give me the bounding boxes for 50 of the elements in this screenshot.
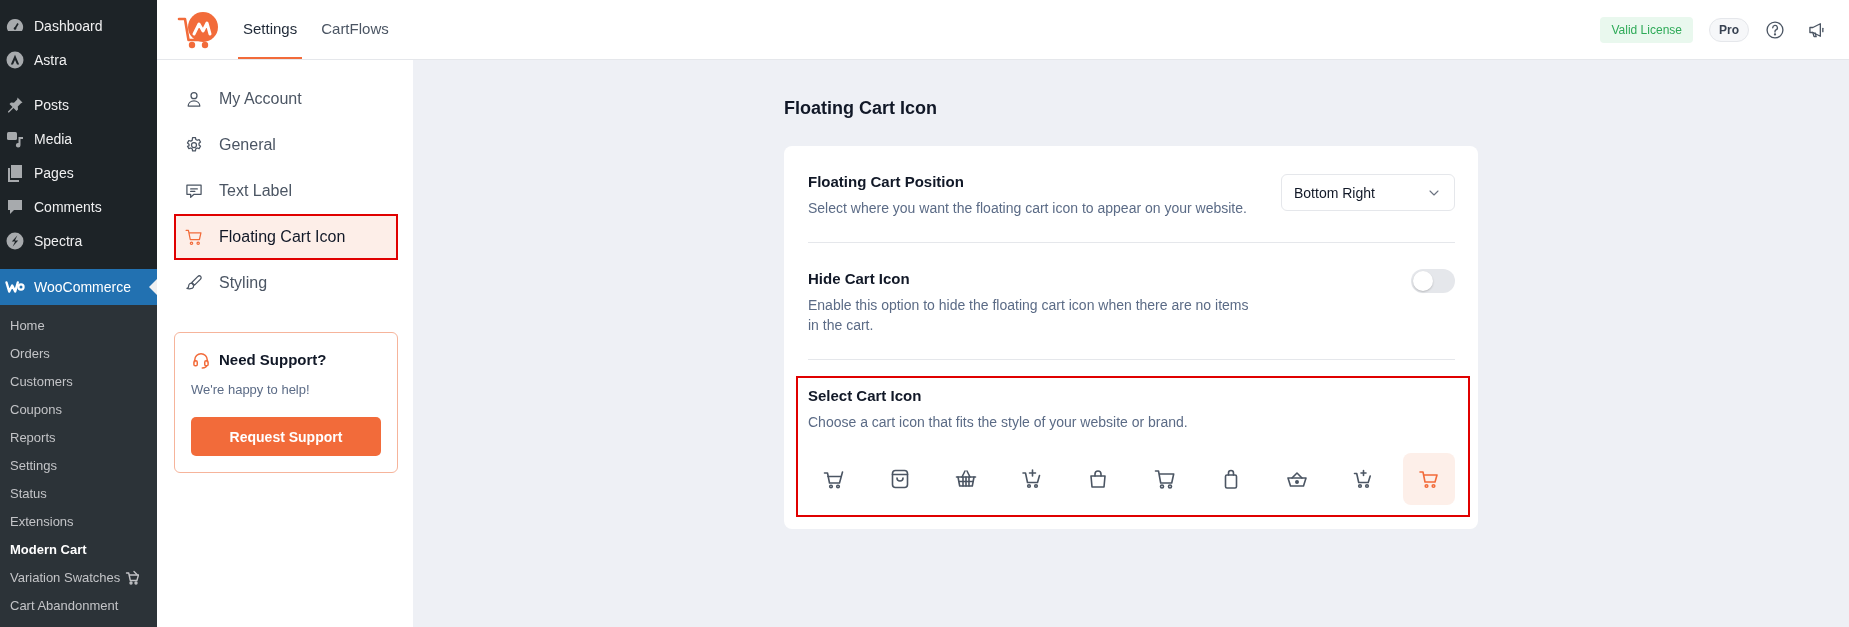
setting-description: Choose a cart icon that fits the style of your website or brand. [808, 413, 1188, 432]
submenu-item[interactable]: Home [0, 311, 157, 339]
page-title: Floating Cart Icon [784, 97, 938, 120]
submenu-item[interactable]: Coupons [0, 395, 157, 423]
menu-item[interactable]: Spectra [0, 224, 157, 258]
media-icon [5, 129, 25, 149]
license-badge: Valid License [1600, 16, 1693, 43]
submenu-item[interactable]: Orders [0, 339, 157, 367]
menu-item[interactable]: Media [0, 122, 157, 156]
menu-item[interactable]: Posts [0, 88, 157, 122]
cart-icon [184, 227, 204, 247]
support-title: Need Support? [219, 350, 327, 370]
submenu-item[interactable]: Status [0, 479, 157, 507]
help-icon[interactable] [1765, 19, 1785, 40]
settings-nav-item[interactable]: Text Label [174, 168, 398, 214]
nav-tab[interactable]: CartFlows [316, 0, 394, 59]
headset-icon [191, 350, 211, 370]
setting-title: Floating Cart Position [808, 172, 965, 192]
menu-item[interactable]: Dashboard [0, 9, 157, 43]
submenu-item[interactable]: Extensions [0, 507, 157, 535]
setting-title: Hide Cart Icon [808, 269, 911, 289]
submenu-item[interactable]: Modern Cart [0, 535, 157, 563]
menu-item[interactable]: Comments [0, 190, 157, 224]
menu-item[interactable]: WooCommerce [0, 269, 157, 305]
settings-nav-item[interactable]: Styling [174, 260, 398, 306]
submenu-item[interactable]: Settings [0, 451, 157, 479]
cart-icon [125, 569, 140, 585]
settings-nav-item[interactable]: General [174, 122, 398, 168]
pin-icon [5, 95, 25, 115]
submenu-item[interactable]: Customers [0, 367, 157, 395]
submenu-item[interactable]: Reports [0, 423, 157, 451]
circle-logo-icon [5, 50, 25, 70]
menu-item[interactable]: Pages [0, 156, 157, 190]
position-select[interactable]: Bottom Right [1281, 174, 1455, 211]
setting-title: Select Cart Icon [808, 386, 923, 406]
pages-icon [5, 163, 25, 183]
settings-nav-item[interactable]: Floating Cart Icon [174, 214, 398, 260]
toggle-switch[interactable] [1411, 269, 1455, 293]
plan-badge: Pro [1709, 17, 1749, 42]
speech-bubble-icon [5, 197, 25, 217]
bolt-circle-icon [5, 231, 25, 251]
submenu-item[interactable]: Cart Abandonment [0, 591, 157, 619]
submenu-item[interactable]: Variation Swatches [0, 563, 157, 591]
support-text: We're happy to help! [191, 381, 311, 399]
setting-description: Enable this option to hide the floating cart icon when there are no items in the cart. [808, 296, 1250, 335]
settings-nav-item[interactable]: My Account [174, 76, 398, 122]
cart-icon[interactable] [1152, 467, 1177, 491]
menu-item[interactable]: Astra [0, 43, 157, 77]
cart-logo-icon [177, 9, 221, 50]
setting-description: Select where you want the floating cart icon to appear on your website. [808, 199, 1247, 218]
